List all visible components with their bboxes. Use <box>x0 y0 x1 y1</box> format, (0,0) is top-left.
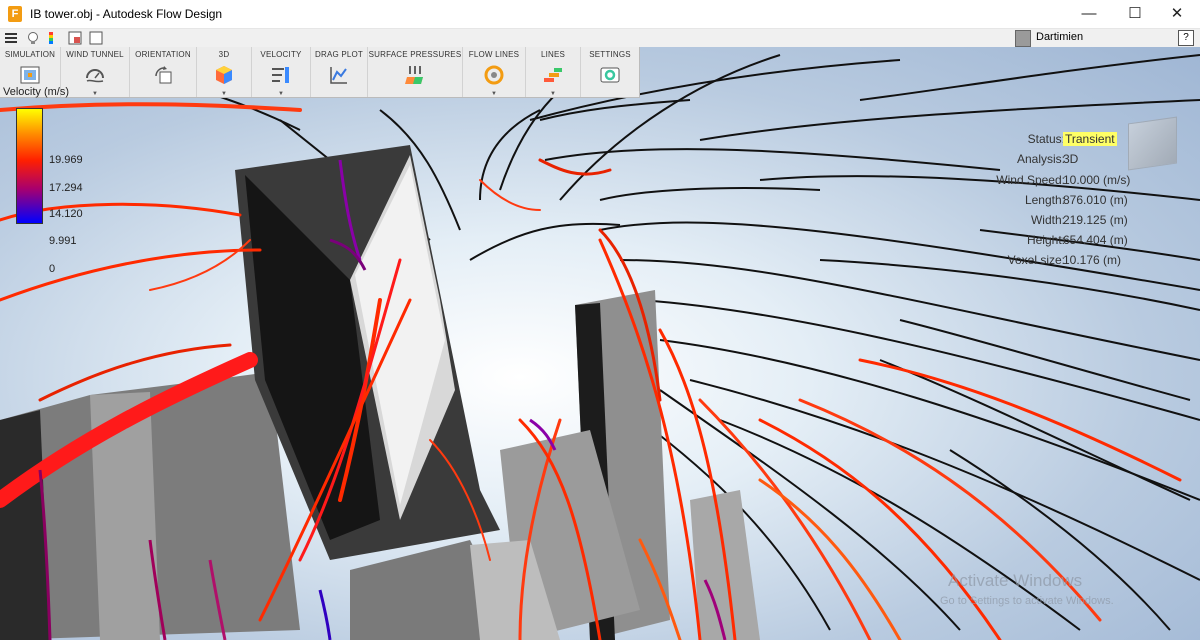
maximize-button[interactable]: ☐ <box>1112 0 1158 28</box>
help-button[interactable]: ? <box>1178 30 1194 46</box>
height-label: Height: <box>1026 233 1065 247</box>
info-row-length: Length: 876.010 (m) <box>950 193 1190 211</box>
3d-icon <box>216 66 232 84</box>
minimize-button[interactable]: — <box>1066 0 1112 28</box>
voxel-size-value: 10.176 (m) <box>1063 253 1122 267</box>
app-icon: F <box>8 6 22 22</box>
toolbar-label: SIMULATION <box>4 50 56 59</box>
analysis-label: Analysis: <box>1016 152 1065 166</box>
screenshot-icon[interactable] <box>68 31 82 45</box>
buildings <box>0 145 760 640</box>
info-row-status: Status: Transient <box>950 132 1190 150</box>
activate-windows-title: Activate Windows <box>948 571 1083 590</box>
orientation-icon <box>155 66 172 84</box>
settings-icon <box>600 67 620 83</box>
wind-speed-label: Wind Speed: <box>996 173 1065 187</box>
status-label: Status: <box>1027 132 1065 146</box>
toolbar-label: SURFACE PRESSURES <box>368 50 462 59</box>
width-label: Width: <box>1030 213 1065 227</box>
flow-lines-icon <box>484 65 504 85</box>
wind-tunnel-icon <box>86 69 104 83</box>
analysis-value: 3D <box>1063 152 1079 166</box>
simulation-icon <box>20 66 40 84</box>
toolbar-flow-lines[interactable]: FLOW LINES ▼ <box>463 47 526 97</box>
toolbar-orientation[interactable]: ORIENTATION <box>130 47 197 97</box>
info-row-voxel-size: Voxel size: 10.176 (m) <box>950 253 1190 271</box>
toolbar-label: FLOW LINES <box>468 50 520 59</box>
info-row-width: Width: 219.125 (m) <box>950 213 1190 231</box>
window-icon[interactable] <box>89 31 103 45</box>
drag-plot-icon <box>330 67 347 84</box>
user-name[interactable]: Dartimien <box>1036 31 1083 43</box>
title-bar: F IB tower.obj - Autodesk Flow Design — … <box>0 0 1200 29</box>
legend-title: Velocity (m/s) <box>3 86 70 98</box>
legend-color-bar <box>16 108 43 224</box>
legend-value: 19.969 <box>49 154 83 166</box>
legend-value: 17.294 <box>49 182 83 194</box>
legend-value: 14.120 <box>49 208 83 220</box>
chevron-down-icon[interactable]: ▼ <box>221 91 227 97</box>
activate-windows-subtitle: Go to Settings to activate Windows. <box>940 595 1114 607</box>
surface-pressures-icon <box>405 66 423 84</box>
wind-speed-value: 10.000 (m/s) <box>1063 173 1131 187</box>
status-value: Transient <box>1063 132 1117 146</box>
toolbar-label: 3D <box>218 50 230 59</box>
toolbar-drag-plot[interactable]: DRAG PLOT <box>311 47 368 97</box>
voxel-size-label: Voxel size: <box>1007 253 1065 267</box>
info-row-height: Height: 654.404 (m) <box>950 233 1190 251</box>
toolbar-surface-pressures[interactable]: SURFACE PRESSURES <box>368 47 463 97</box>
info-row-wind-speed: Wind Speed: 10.000 (m/s) <box>950 173 1190 191</box>
menu-bar: Dartimien ? <box>0 29 1200 48</box>
toolbar-settings[interactable]: SETTINGS <box>581 47 639 97</box>
chevron-down-icon[interactable]: ▼ <box>278 91 284 97</box>
toolbar-label: ORIENTATION <box>135 50 191 59</box>
toolbar-label: VELOCITY <box>260 50 302 59</box>
window-title: IB tower.obj - Autodesk Flow Design <box>30 7 223 21</box>
toolbar-3d[interactable]: 3D ▼ <box>197 47 252 97</box>
velocity-legend: Velocity (m/s) 19.969 17.294 14.120 9.99… <box>3 86 103 275</box>
toolbar-lines[interactable]: LINES ▼ <box>526 47 581 97</box>
close-button[interactable]: ✕ <box>1154 0 1200 28</box>
height-value: 654.404 (m) <box>1063 233 1128 247</box>
toolbar-label: DRAG PLOT <box>314 50 364 59</box>
info-row-analysis: Analysis: 3D <box>950 152 1190 170</box>
toolbar-label: LINES <box>540 50 566 59</box>
palette-icon[interactable] <box>47 31 61 45</box>
toolbar-label: SETTINGS <box>589 50 631 59</box>
velocity-icon <box>272 67 289 83</box>
chevron-down-icon[interactable]: ▼ <box>491 91 497 97</box>
legend-value: 0 <box>49 263 56 275</box>
user-avatar[interactable] <box>1015 30 1031 47</box>
toolbar-label: WIND TUNNEL <box>66 50 124 59</box>
length-value: 876.010 (m) <box>1063 193 1128 207</box>
lightbulb-icon[interactable] <box>26 31 40 45</box>
lines-icon <box>544 68 562 82</box>
width-value: 219.125 (m) <box>1063 213 1128 227</box>
toolbar-velocity[interactable]: VELOCITY ▼ <box>252 47 311 97</box>
chevron-down-icon[interactable]: ▼ <box>550 91 556 97</box>
length-label: Length: <box>1024 193 1065 207</box>
legend-value: 9.991 <box>49 235 77 247</box>
menu-icon[interactable] <box>4 31 18 45</box>
